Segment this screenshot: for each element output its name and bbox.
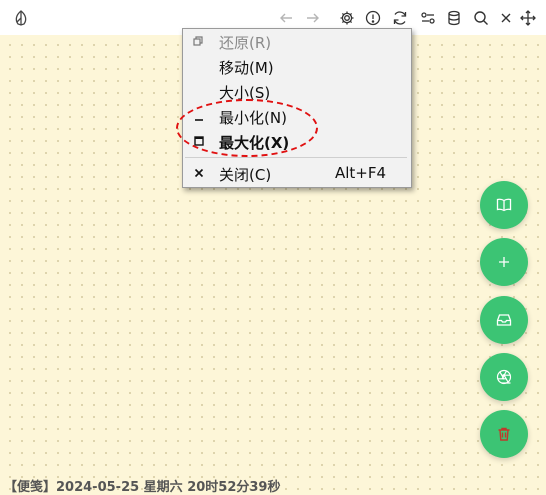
refresh-icon[interactable] [391,9,409,27]
close-icon[interactable] [497,9,515,27]
delete-fab-button[interactable] [480,410,528,458]
book-fab-button[interactable] [480,181,528,229]
inbox-icon [495,311,513,329]
aperture-icon [495,368,513,386]
minimize-icon [191,108,207,124]
move-icon[interactable] [519,9,537,27]
close-icon [191,165,207,181]
menu-item-close[interactable]: 关闭(C) Alt+F4 [183,161,411,186]
book-icon [495,196,513,214]
info-icon[interactable] [364,9,382,27]
forward-arrow-icon[interactable] [304,9,322,27]
menu-item-label: 大小(S) [219,84,271,102]
menu-item-label: 最小化(N) [219,109,287,127]
menu-item-label: 关闭(C) [219,166,272,184]
menu-separator [185,157,407,158]
menu-item-label: 最大化(X) [219,134,290,152]
restore-icon [191,33,207,49]
database-icon[interactable] [445,9,463,27]
trash-icon [496,426,512,442]
menu-item-maximize[interactable]: 最大化(X) [183,129,411,154]
search-icon[interactable] [472,9,490,27]
plus-icon [496,254,512,270]
footer-timestamp: 【便笺】2024-05-25 星期六 20时52分39秒 [4,480,281,495]
menu-item-restore[interactable]: 还原(R) [183,29,411,54]
inbox-fab-button[interactable] [480,296,528,344]
menu-item-label: 还原(R) [219,34,272,52]
menu-item-size[interactable]: 大小(S) [183,79,411,104]
back-arrow-icon[interactable] [277,9,295,27]
menu-item-shortcut: Alt+F4 [335,164,387,182]
menu-item-label: 移动(M) [219,59,274,77]
aperture-fab-button[interactable] [480,353,528,401]
menu-item-move[interactable]: 移动(M) [183,54,411,79]
window-system-menu: 还原(R) 移动(M) 大小(S) 最小化(N) 最大化(X) 关闭(C) Al… [182,28,412,188]
menu-item-minimize[interactable]: 最小化(N) [183,104,411,129]
toggle-icon[interactable] [419,9,437,27]
gear-icon[interactable] [338,9,356,27]
maximize-icon [191,133,207,149]
add-note-button[interactable] [480,238,528,286]
app-logo-icon[interactable] [12,9,30,27]
